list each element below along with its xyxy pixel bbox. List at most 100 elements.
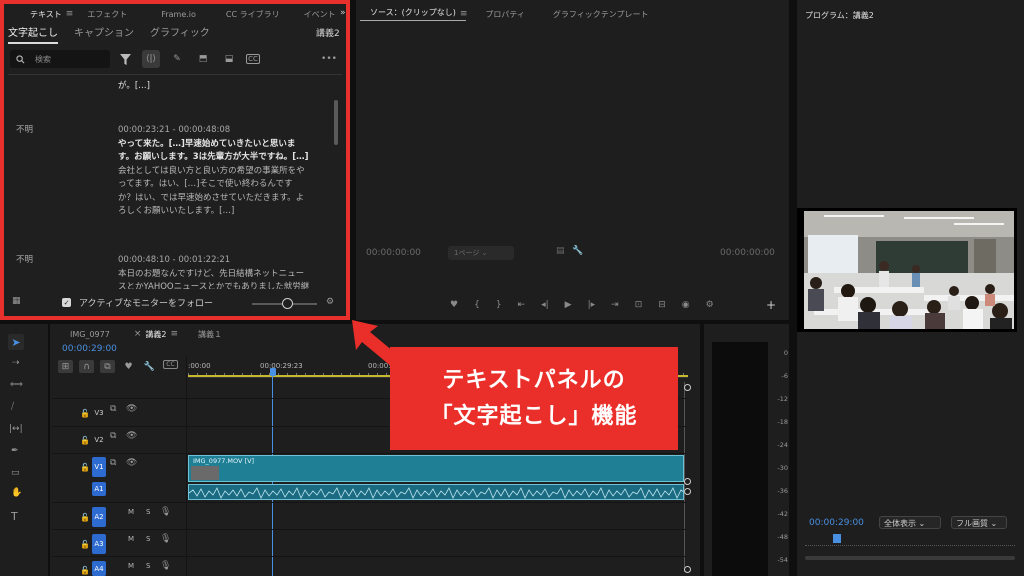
panel-divider[interactable] bbox=[789, 0, 797, 576]
panel-overflow-icon[interactable]: » bbox=[340, 8, 346, 18]
track-label-a4[interactable]: A4 bbox=[92, 561, 106, 576]
timeline-settings-icon[interactable]: 🔧 bbox=[142, 360, 157, 373]
tab-captions[interactable]: キャプション bbox=[74, 24, 134, 44]
snap-icon[interactable]: ∩ bbox=[79, 360, 94, 373]
play-icon[interactable]: ▶ bbox=[565, 300, 572, 310]
track-label-v3[interactable]: V3 bbox=[92, 403, 106, 423]
add-button-icon[interactable]: + bbox=[766, 298, 776, 312]
program-video-frame[interactable] bbox=[804, 211, 1014, 329]
menu-icon[interactable]: ≡ bbox=[170, 329, 178, 339]
panel-divider[interactable] bbox=[700, 324, 704, 576]
menu-icon[interactable]: ≡ bbox=[66, 9, 74, 19]
merge-icon[interactable]: ⬒ bbox=[194, 50, 212, 68]
wrench-icon[interactable]: 🔧 bbox=[572, 246, 583, 256]
tab-text[interactable]: テキスト bbox=[20, 9, 72, 20]
playhead-handle[interactable] bbox=[270, 368, 276, 376]
lock-icon[interactable]: 🔓 bbox=[80, 566, 90, 575]
mute-button[interactable]: M bbox=[128, 562, 134, 570]
zoom-select[interactable]: 全体表示 ⌄ bbox=[879, 516, 941, 529]
add-marker-icon[interactable]: ♥ bbox=[121, 360, 136, 373]
panel-divider[interactable] bbox=[48, 324, 50, 576]
tab-graphics[interactable]: グラフィック bbox=[150, 24, 210, 44]
program-title[interactable]: プログラム：講義2 bbox=[805, 10, 874, 21]
tab-lecture1[interactable]: 講義１ bbox=[178, 329, 232, 340]
lock-icon[interactable]: 🔓 bbox=[80, 436, 90, 445]
speaker-label[interactable]: 不明 bbox=[16, 254, 33, 268]
mute-button[interactable]: M bbox=[128, 508, 134, 516]
razor-tool-icon[interactable]: ⧸ bbox=[11, 402, 14, 412]
follow-checkbox[interactable]: ✓ bbox=[62, 298, 71, 307]
search-input[interactable]: 検索 bbox=[10, 50, 110, 68]
step-forward-icon[interactable]: |▸ bbox=[588, 300, 596, 310]
track-select-tool-icon[interactable]: ⇢ bbox=[12, 358, 20, 368]
track-label-a1[interactable]: A1 bbox=[92, 482, 106, 496]
program-timecode[interactable]: 00:00:29:00 bbox=[809, 518, 864, 528]
track-label-a2[interactable]: A2 bbox=[92, 507, 106, 527]
button-editor-icon[interactable]: ⚙ bbox=[706, 300, 714, 310]
track-label-v2[interactable]: V2 bbox=[92, 430, 106, 450]
tab-effects[interactable]: エフェクト bbox=[77, 9, 137, 20]
tab-source[interactable]: ソース：(クリップなし) bbox=[360, 7, 466, 21]
solo-button[interactable]: S bbox=[146, 535, 150, 543]
mark-out-icon[interactable]: } bbox=[496, 300, 502, 310]
insert-icon[interactable]: ⊡ bbox=[635, 300, 643, 310]
speaker-label[interactable]: 不明 bbox=[16, 124, 33, 138]
type-tool-icon[interactable]: T bbox=[11, 510, 18, 523]
slider-knob[interactable] bbox=[282, 298, 293, 309]
overwrite-icon[interactable]: ⊟ bbox=[658, 300, 666, 310]
source-timecode-in[interactable]: 00:00:00:00 bbox=[366, 248, 421, 258]
source-timecode-out[interactable]: 00:00:00:00 bbox=[720, 248, 775, 258]
solo-button[interactable]: S bbox=[146, 562, 150, 570]
mute-button[interactable]: M bbox=[128, 535, 134, 543]
tab-img0977[interactable]: IMG_0977 bbox=[60, 330, 120, 339]
sync-icon[interactable]: ⧉ bbox=[110, 404, 116, 414]
ripple-edit-tool-icon[interactable]: ⟺ bbox=[10, 380, 23, 390]
tab-transcript[interactable]: 文字起こし bbox=[8, 24, 58, 44]
more-options-icon[interactable]: ••• bbox=[320, 50, 338, 68]
eye-icon[interactable]: 👁 bbox=[126, 431, 137, 441]
timeline-timecode[interactable]: 00:00:29:00 bbox=[62, 344, 117, 354]
camera-icon[interactable]: ◉ bbox=[682, 300, 690, 310]
scroll-handle[interactable] bbox=[684, 566, 691, 573]
program-playhead[interactable] bbox=[833, 534, 841, 543]
rectangle-tool-icon[interactable]: ▭ bbox=[11, 468, 20, 478]
transcript-scrollbar[interactable] bbox=[334, 100, 338, 145]
settings-sliders-icon[interactable]: ⚙ bbox=[326, 297, 334, 307]
font-size-slider[interactable] bbox=[252, 298, 317, 309]
scroll-handle[interactable] bbox=[684, 384, 691, 391]
grid-icon[interactable]: ▤ bbox=[556, 246, 565, 256]
cc-icon[interactable]: CC bbox=[246, 54, 260, 64]
video-clip[interactable]: IMG_0977.MOV [V] bbox=[188, 455, 684, 482]
timeline-vscroll[interactable] bbox=[684, 382, 692, 572]
track-label-v1[interactable]: V1 bbox=[92, 457, 106, 477]
quality-select[interactable]: フル画質 ⌄ bbox=[951, 516, 1007, 529]
transcript-segment[interactable]: 00:00:48:10 - 00:01:22:21 本日のお題なんですけど、先日… bbox=[118, 254, 336, 289]
menu-icon[interactable]: ≡ bbox=[460, 9, 468, 19]
panel-divider[interactable] bbox=[350, 0, 356, 322]
tab-graphic-templates[interactable]: グラフィックテンプレート bbox=[535, 9, 659, 20]
filter-icon[interactable] bbox=[116, 50, 134, 68]
mic-icon[interactable]: 🎙 bbox=[160, 561, 171, 571]
lock-icon[interactable]: 🔓 bbox=[80, 513, 90, 522]
track-label-a3[interactable]: A3 bbox=[92, 534, 106, 554]
transcript-grid-icon[interactable]: ▦ bbox=[12, 296, 21, 306]
transcript-segment[interactable]: 00:00:23:21 - 00:00:48:08 やって来た。[…]早速始めて… bbox=[118, 124, 336, 219]
lock-icon[interactable]: 🔓 bbox=[80, 409, 90, 418]
pen-tool-icon[interactable]: ✒ bbox=[11, 446, 19, 456]
tab-events[interactable]: イベント bbox=[290, 9, 346, 20]
slip-tool-icon[interactable]: |↔| bbox=[9, 424, 23, 434]
mic-icon[interactable]: 🎙 bbox=[160, 534, 171, 544]
close-icon[interactable]: × bbox=[134, 329, 142, 339]
mark-icon[interactable]: ♥ bbox=[450, 300, 458, 310]
split-icon[interactable]: ⬓ bbox=[220, 50, 238, 68]
insert-overwrite-icon[interactable]: ⊞ bbox=[58, 360, 73, 373]
mic-icon[interactable]: 🎙 bbox=[160, 507, 171, 517]
program-zoom-bar[interactable] bbox=[805, 556, 1015, 560]
sync-icon[interactable]: ⧉ bbox=[110, 431, 116, 441]
sync-icon[interactable]: ⧉ bbox=[110, 458, 116, 468]
tab-cc-libraries[interactable]: CC ライブラリ bbox=[206, 9, 290, 20]
go-to-out-icon[interactable]: ⇥ bbox=[611, 300, 619, 310]
lock-icon[interactable]: 🔓 bbox=[80, 540, 90, 549]
linked-selection-icon[interactable]: ⧉ bbox=[100, 360, 115, 373]
mark-in-icon[interactable]: { bbox=[474, 300, 480, 310]
